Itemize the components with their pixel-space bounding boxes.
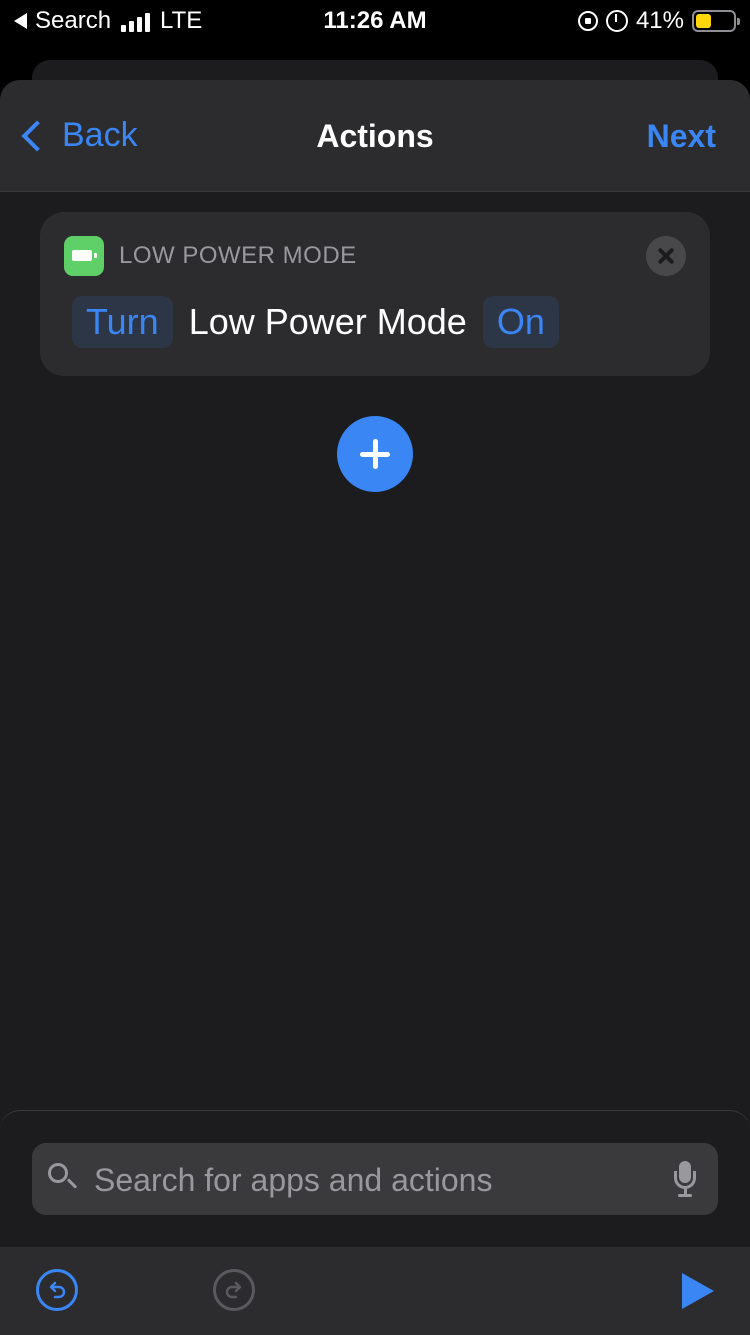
page-title: Actions: [316, 118, 434, 154]
battery-tip: [737, 18, 740, 25]
status-bar: Search LTE 11:26 AM 41%: [0, 0, 750, 42]
verb-token[interactable]: Turn: [72, 296, 173, 348]
bottom-toolbar: [0, 1247, 750, 1335]
search-panel: [0, 1110, 750, 1335]
status-right: 41%: [577, 6, 740, 36]
action-sentence: Turn Low Power Mode On: [72, 296, 559, 348]
play-icon[interactable]: [682, 1273, 714, 1309]
microphone-icon[interactable]: [672, 1161, 698, 1199]
battery-percent: 41%: [635, 7, 684, 34]
search-input[interactable]: [92, 1143, 656, 1217]
alarm-icon: [605, 10, 628, 32]
next-button[interactable]: Next: [647, 118, 716, 155]
action-category: LOW POWER MODE: [119, 242, 357, 269]
redo-icon[interactable]: [213, 1269, 255, 1311]
battery-level: [696, 14, 711, 28]
orientation-lock-icon: [577, 11, 598, 31]
navigation-bar: Back Actions Next: [0, 80, 750, 192]
action-target: Low Power Mode: [188, 301, 467, 342]
battery-icon: [692, 10, 740, 32]
state-token[interactable]: On: [482, 296, 559, 348]
search-bar[interactable]: [32, 1143, 718, 1217]
battery-icon: [64, 236, 104, 276]
undo-icon[interactable]: [36, 1269, 78, 1311]
remove-action-button[interactable]: [646, 236, 686, 276]
search-icon: [48, 1163, 78, 1189]
add-action-button[interactable]: [337, 416, 413, 492]
action-card[interactable]: LOW POWER MODE Turn Low Power Mode On: [40, 212, 710, 376]
